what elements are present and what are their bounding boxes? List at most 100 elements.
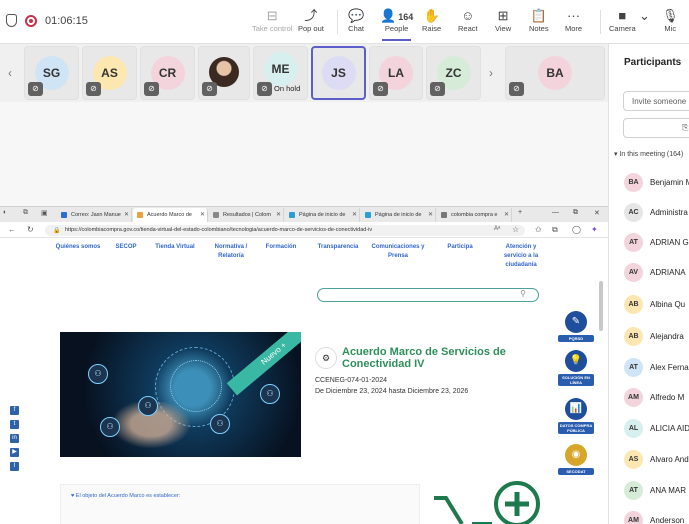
participant-tile[interactable]: BA ⊘ — [505, 46, 605, 100]
nav-formacion[interactable]: Formación — [260, 243, 302, 252]
close-icon[interactable]: ✕ — [504, 211, 509, 218]
participant-row[interactable]: AC Administra — [624, 203, 689, 223]
participant-row[interactable]: AV ADRIANA — [624, 263, 689, 283]
chevron-left-icon[interactable]: ‹ — [8, 66, 12, 80]
favorites-bar-icon[interactable]: ✩ — [535, 225, 542, 234]
participant-row[interactable]: AT ADRIAN G — [624, 233, 689, 253]
solucion-en-linea-link[interactable]: 💡 SOLUCIÓN EN LÍNEA — [558, 350, 594, 386]
participant-tile[interactable]: ⊘ — [198, 46, 250, 100]
url-field[interactable]: 🔒 https://colombiacompra.gov.co/tienda-v… — [45, 225, 525, 236]
participant-row[interactable]: AT Alex Ferna — [624, 358, 689, 378]
participant-tile[interactable]: ME ⊘ On hold — [253, 46, 308, 100]
browser-tab-active[interactable]: Acuerdo Marco de ✕ — [133, 208, 208, 222]
pqrsd-link[interactable]: ✎ PQRSD — [558, 311, 594, 342]
favorite-icon[interactable]: ☆ — [512, 225, 519, 234]
collections-icon[interactable]: ⧉ — [552, 225, 558, 235]
nav-quienes-somos[interactable]: Quiénes somos — [48, 243, 108, 252]
new-tab-icon[interactable]: + — [518, 209, 522, 216]
nav-tienda-virtual[interactable]: Tienda Virtual — [150, 243, 200, 252]
browser-scrollbar[interactable] — [599, 281, 603, 331]
refresh-icon[interactable]: ↻ — [27, 225, 34, 234]
people-button[interactable]: 👤 164 People — [380, 8, 413, 41]
toolbar-divider — [337, 10, 338, 34]
shield-icon — [6, 14, 17, 27]
share-invite-button[interactable]: ⎘ — [623, 118, 689, 138]
camera-button[interactable]: ■ Camera — [609, 8, 636, 38]
tab-title: Página de inicio de — [375, 212, 422, 218]
mic-button[interactable]: 🎙 Mic — [662, 8, 679, 38]
nav-normativa[interactable]: Normativa / Relatoría — [208, 243, 254, 261]
profile-icon[interactable]: ◯ — [572, 225, 581, 234]
search-icon[interactable]: ⚲ — [520, 289, 526, 298]
on-hold-status: On hold — [274, 84, 301, 93]
camera-options-button[interactable]: ⌄ — [639, 8, 650, 38]
participant-row[interactable]: AT ANA MAR — [624, 481, 689, 501]
datos-compra-link[interactable]: 📊 DATOS COMPRA PÚBLICA — [558, 398, 594, 434]
participant-row[interactable]: AL ALICIA AID — [624, 419, 689, 439]
browser-tab[interactable]: Página de inicio de ✕ — [361, 208, 436, 222]
acuerdo-code: CCENEG-074-01-2024 — [315, 377, 387, 384]
facebook-icon[interactable]: f — [10, 406, 19, 415]
nav-atencion[interactable]: Atención y servicio a la ciudadanía — [496, 243, 546, 270]
participant-tile-selected[interactable]: JS — [311, 46, 366, 100]
browser-tab[interactable]: Resultados | Colom ✕ — [209, 208, 284, 222]
nav-participa[interactable]: Participa — [440, 243, 480, 252]
close-icon[interactable]: ✕ — [124, 211, 129, 218]
read-aloud-icon[interactable]: Aᵃ — [494, 226, 500, 232]
meeting-section-header[interactable]: ▾ In this meeting (164) — [614, 150, 683, 158]
copilot-icon[interactable]: ✦ — [591, 225, 598, 234]
take-control-label: Take control — [252, 24, 293, 33]
chevron-right-icon[interactable]: › — [489, 66, 493, 80]
participant-tile[interactable]: CR ⊘ — [140, 46, 195, 100]
network-node-icon: ⚇ — [210, 414, 230, 434]
twitter-icon[interactable]: t — [10, 420, 19, 429]
react-button[interactable]: ☺ React — [458, 8, 478, 38]
participant-row[interactable]: AM Anderson — [624, 511, 689, 524]
pop-out-button[interactable]: ⤴ Pop out — [298, 8, 324, 38]
minimize-icon[interactable]: — — [552, 209, 559, 216]
youtube-icon[interactable]: ▶ — [10, 448, 19, 457]
chat-button[interactable]: 💬 Chat — [348, 8, 364, 38]
search-icon — [441, 212, 447, 218]
close-icon[interactable]: ✕ — [428, 211, 433, 218]
hero-image: ⚇ ⚇ ⚇ ⚇ ⚇ Nuevo + — [60, 332, 301, 457]
take-control-button[interactable]: ⊟ Take control — [252, 8, 292, 38]
nav-comunicaciones[interactable]: Comunicaciones y Prensa — [368, 243, 428, 261]
participant-row[interactable]: AS Alvaro And — [624, 450, 689, 470]
nav-transparencia[interactable]: Transparencia — [312, 243, 364, 252]
notes-button[interactable]: 📋 Notes — [529, 8, 549, 38]
browser-tab[interactable]: Correo: Jasn Manue ✕ — [57, 208, 132, 222]
restore-icon[interactable]: ⧉ — [573, 209, 578, 217]
close-icon[interactable]: ✕ — [352, 211, 357, 218]
view-label: View — [495, 24, 512, 33]
people-icon: 👤 164 — [380, 8, 413, 24]
participant-tile[interactable]: LA ⊘ — [369, 46, 423, 100]
more-button[interactable]: ··· More — [565, 8, 582, 38]
browser-tab[interactable]: Página de inicio de ✕ — [285, 208, 360, 222]
lock-icon: 🔒 — [53, 228, 61, 234]
participant-tile[interactable]: ZC ⊘ — [426, 46, 481, 100]
participant-row[interactable]: BA Benjamin M — [624, 173, 689, 193]
participant-row[interactable]: AM Alfredo M — [624, 388, 689, 408]
browser-tab[interactable]: colombia compra e ✕ — [437, 208, 512, 222]
close-window-icon[interactable]: ✕ — [594, 209, 600, 217]
invite-input[interactable]: Invite someone — [623, 91, 689, 111]
view-button[interactable]: ⊞ View — [495, 8, 511, 38]
react-icon: ☺ — [461, 8, 475, 23]
acuerdo-dates: De Diciembre 23, 2024 hasta Diciembre 23… — [315, 388, 469, 395]
hand-graphic — [115, 402, 205, 457]
participant-tile[interactable]: AS ⊘ — [82, 46, 137, 100]
participant-tile[interactable]: SG ⊘ — [24, 46, 79, 100]
site-search-input[interactable]: ⚲ — [317, 288, 539, 302]
nav-secop[interactable]: SECOP — [110, 243, 142, 252]
close-icon[interactable]: ✕ — [276, 211, 281, 218]
rss-icon[interactable]: ⌇ — [10, 462, 19, 471]
close-icon[interactable]: ✕ — [200, 211, 205, 218]
linkedin-icon[interactable]: in — [10, 434, 19, 443]
raise-hand-button[interactable]: ✋ Raise — [422, 8, 441, 38]
participant-name: Anderson — [650, 516, 685, 524]
back-icon[interactable]: ← — [8, 225, 16, 234]
participant-row[interactable]: AB Albina Qu — [624, 295, 689, 315]
secodat-link[interactable]: ◉ SECODAT — [558, 444, 594, 475]
participant-row[interactable]: AB Alejandra — [624, 327, 689, 347]
